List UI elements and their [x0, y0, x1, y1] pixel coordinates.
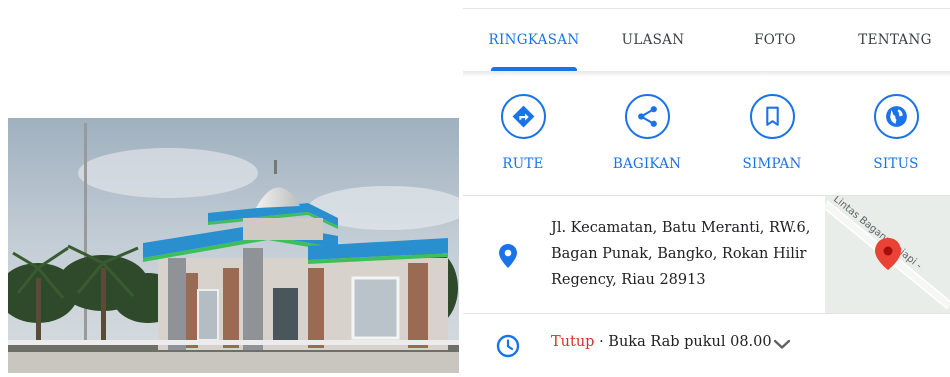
tab-bar-shadow [463, 71, 950, 77]
clock-icon [496, 334, 520, 358]
location-pin-icon [499, 244, 517, 268]
share-button[interactable]: BAGIKAN [597, 92, 697, 182]
address-text[interactable]: Jl. Kecamatan, Batu Meranti, RW.6, Bagan… [551, 215, 811, 293]
tab-ulasan[interactable]: ULASAN [603, 9, 703, 71]
opening-hours-row[interactable]: Tutup · Buka Rab pukul 08.00 [463, 314, 950, 377]
map-thumbnail[interactable]: Lintas Bagansiapiapi - [825, 196, 950, 313]
closed-status: Tutup [551, 334, 595, 350]
directions-circle [501, 94, 546, 139]
hours-separator: · [594, 334, 609, 350]
address-line-3: Regency, Riau 28913 [551, 272, 706, 288]
action-buttons: RUTE BAGIKAN SIMPAN SITUS [463, 92, 950, 182]
directions-label: RUTE [502, 156, 544, 172]
place-photo[interactable] [8, 118, 459, 373]
share-circle [625, 94, 670, 139]
address-line-2: Bagan Punak, Bangko, Rokan Hilir [551, 246, 807, 262]
address-line-1: Jl. Kecamatan, Batu Meranti, RW.6, [551, 220, 811, 236]
bookmark-icon [766, 106, 779, 126]
website-circle [874, 94, 919, 139]
next-open-time: Buka Rab pukul 08.00 [608, 334, 772, 350]
share-label: BAGIKAN [612, 156, 682, 172]
tab-bar: RINGKASAN ULASAN FOTO TENTANG [463, 9, 950, 71]
directions-icon [512, 105, 535, 128]
chevron-down-icon[interactable] [773, 338, 791, 350]
share-icon [638, 106, 657, 127]
website-label: SITUS [873, 156, 919, 172]
globe-icon [886, 106, 907, 127]
hours-text: Tutup · Buka Rab pukul 08.00 [551, 334, 772, 350]
directions-button[interactable]: RUTE [473, 92, 573, 182]
website-button[interactable]: SITUS [846, 92, 946, 182]
place-details-panel: RINGKASAN ULASAN FOTO TENTANG RUTE BAGIK… [463, 0, 950, 377]
save-button[interactable]: SIMPAN [722, 92, 822, 182]
tab-tentang[interactable]: TENTANG [845, 9, 945, 71]
tab-ringkasan[interactable]: RINGKASAN [479, 9, 589, 71]
tab-foto[interactable]: FOTO [725, 9, 825, 71]
save-label: SIMPAN [742, 156, 802, 172]
save-circle [750, 94, 795, 139]
address-row[interactable]: Jl. Kecamatan, Batu Meranti, RW.6, Bagan… [463, 196, 950, 313]
